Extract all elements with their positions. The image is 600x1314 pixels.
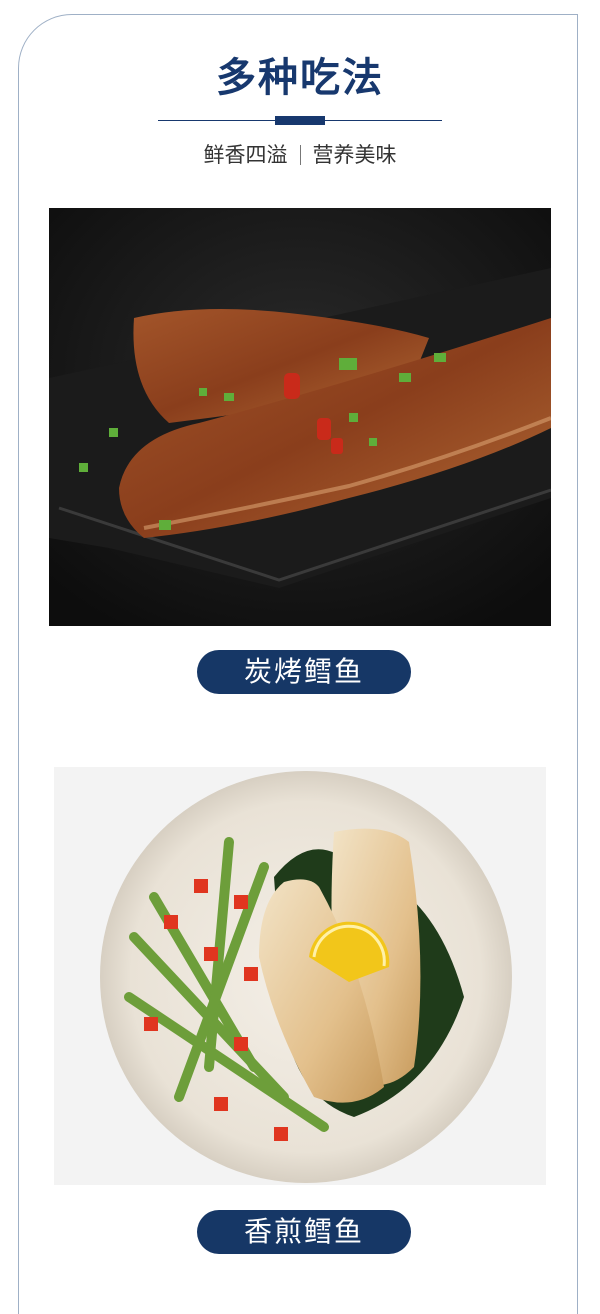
section-subtitle: 鲜香四溢 营养美味: [0, 138, 600, 172]
dish-label-pan-fried: 香煎鳕鱼: [197, 1210, 411, 1254]
subtitle-left-text: 鲜香四溢: [203, 143, 288, 167]
grilled-cod-photo: [49, 208, 551, 626]
subtitle-right-text: 营养美味: [312, 143, 397, 167]
subtitle-separator: [299, 145, 301, 165]
dish-label-grilled: 炭烤鳕鱼: [197, 650, 411, 694]
title-accent-bar: [275, 116, 325, 125]
pan-fried-cod-photo: [54, 767, 546, 1185]
section-title: 多种吃法: [216, 55, 384, 101]
